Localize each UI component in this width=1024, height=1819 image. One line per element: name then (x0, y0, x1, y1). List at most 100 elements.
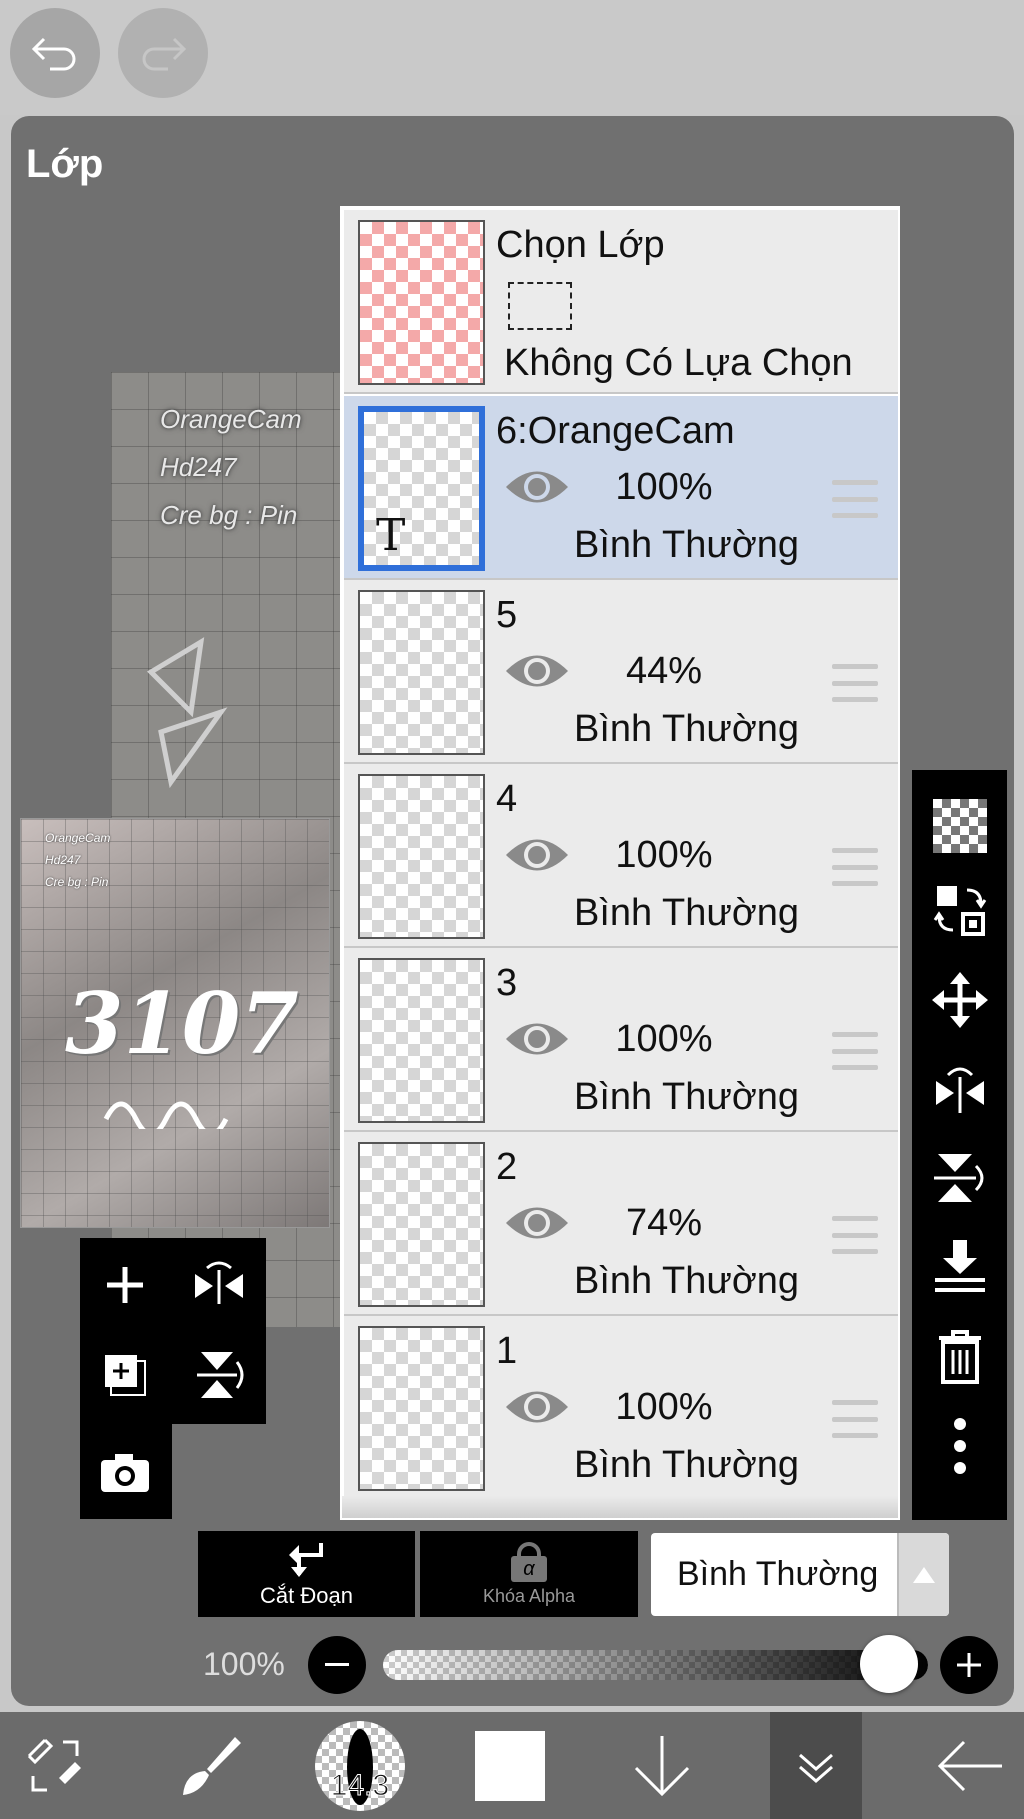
more-button[interactable] (912, 1406, 1007, 1486)
blend-mode-value: Bình Thường (677, 1555, 879, 1593)
watermark-line: OrangeCam (160, 404, 302, 434)
color-swatch (475, 1730, 545, 1801)
eye-icon[interactable] (504, 464, 570, 510)
brush-size-button[interactable]: 14.3 (305, 1712, 415, 1819)
layer-thumbnail (358, 1142, 485, 1307)
opacity-decrease-button[interactable] (308, 1636, 366, 1694)
opacity-slider[interactable] (383, 1650, 928, 1680)
duplicate-layer-button[interactable] (80, 1330, 170, 1420)
rotate-flip-icon (935, 1067, 984, 1113)
layer-opacity: 74% (625, 1202, 703, 1244)
color-button[interactable] (460, 1712, 560, 1819)
layer-row[interactable]: 3 100% Bình Thường (344, 948, 898, 1132)
eye-icon[interactable] (504, 648, 570, 694)
drag-handle-icon[interactable] (832, 664, 878, 702)
layer-row[interactable]: 2 74% Bình Thường (344, 1132, 898, 1316)
transform-icon (27, 1738, 81, 1791)
double-chevron-down-icon (799, 1753, 833, 1783)
text-layer-glyph: T (376, 510, 406, 561)
eye-icon[interactable] (504, 832, 570, 878)
clipping-arrow-icon (288, 1543, 323, 1577)
thumb-watermark-line: OrangeCam (45, 831, 111, 845)
blend-mode-select[interactable]: Bình Thường (651, 1533, 949, 1616)
move-down-button[interactable] (612, 1712, 712, 1819)
transparency-button[interactable] (912, 786, 1007, 866)
back-button[interactable] (920, 1712, 1020, 1819)
opacity-increase-button[interactable] (940, 1636, 998, 1694)
merge-down-icon (934, 1240, 985, 1292)
marquee-icon (508, 282, 572, 330)
clipping-label: Cắt Đoạn (260, 1583, 353, 1608)
vertical-flip-icon (933, 1154, 983, 1202)
merge-down-button[interactable] (912, 1226, 1007, 1306)
vertical-flip-button[interactable] (912, 1138, 1007, 1218)
plus-icon (957, 1653, 981, 1677)
trash-icon (938, 1330, 981, 1384)
add-layer-button[interactable] (80, 1240, 170, 1330)
layer-blend-mode: Bình Thường (574, 708, 800, 750)
drag-handle-icon[interactable] (832, 1400, 878, 1438)
clipping-button[interactable]: Cắt Đoạn (198, 1531, 415, 1617)
layer-thumbnail: T (358, 406, 485, 571)
transparency-icon (932, 799, 987, 853)
thumb-big-text: 3107 (65, 974, 299, 1073)
delete-layer-button[interactable] (912, 1316, 1007, 1396)
layer-thumbnail (358, 958, 485, 1123)
sparkle-decoration (146, 637, 228, 789)
canvas-thumbnail[interactable]: OrangeCam Hd247 Cre bg : Pin 3107 (20, 818, 330, 1228)
layer-thumbnail (358, 774, 485, 939)
selection-status: Không Có Lựa Chọn (504, 342, 853, 384)
arrow-left-icon (937, 1740, 1002, 1791)
opacity-slider-thumb[interactable] (860, 1635, 918, 1693)
flip-vertical-button[interactable] (174, 1330, 264, 1420)
drag-handle-icon[interactable] (832, 480, 878, 518)
move-button[interactable] (912, 960, 1007, 1040)
flip-horizontal-button[interactable] (174, 1240, 264, 1330)
layer-opacity: 44% (625, 650, 703, 692)
brush-icon (183, 1736, 241, 1795)
layer-row[interactable]: T 6:OrangeCam 100% Bình Thường (344, 396, 898, 580)
layer-list: Chọn Lớp Không Có Lựa Chọn T 6:OrangeCam 1… (340, 206, 900, 1520)
selection-layer-title: Chọn Lớp (496, 224, 665, 266)
selection-layer-thumbnail (358, 220, 485, 385)
swap-icon (933, 886, 986, 936)
eye-icon[interactable] (504, 1200, 570, 1246)
layer-thumbnail (358, 1326, 485, 1491)
layer-name: 4 (496, 778, 518, 820)
layer-row[interactable]: 1 100% Bình Thường (344, 1316, 898, 1500)
camera-icon (101, 1454, 149, 1492)
alpha-lock-label: Khóa Alpha (482, 1585, 576, 1606)
brush-tool-button[interactable] (160, 1712, 260, 1819)
undo-button[interactable] (10, 8, 100, 98)
layer-opacity: 100% (615, 466, 713, 508)
opacity-label: 100% (203, 1646, 285, 1682)
layer-opacity: 100% (615, 1386, 713, 1428)
blend-mode-arrow[interactable] (897, 1533, 949, 1616)
right-toolbar (912, 770, 1007, 1520)
eye-icon[interactable] (504, 1016, 570, 1062)
drag-handle-icon[interactable] (832, 1216, 878, 1254)
layer-opacity: 100% (615, 834, 713, 876)
rotate-flip-button[interactable] (912, 1050, 1007, 1130)
redo-button[interactable] (118, 8, 208, 98)
layers-button[interactable] (770, 1712, 862, 1819)
camera-button[interactable] (80, 1428, 170, 1518)
redo-icon (142, 37, 187, 71)
eye-icon[interactable] (504, 1384, 570, 1430)
selection-layer-row[interactable]: Chọn Lớp Không Có Lựa Chọn (344, 210, 898, 394)
drag-handle-icon[interactable] (832, 848, 878, 886)
flip-vertical-icon (197, 1352, 244, 1398)
layer-blend-mode: Bình Thường (574, 1444, 800, 1486)
layer-blend-mode: Bình Thường (574, 892, 800, 934)
layer-opacity: 100% (615, 1018, 713, 1060)
duplicate-layer-icon (105, 1355, 146, 1396)
alpha-lock-button[interactable]: α Khóa Alpha (420, 1531, 638, 1617)
layer-name: 3 (496, 962, 518, 1004)
more-icon (953, 1418, 966, 1474)
drag-handle-icon[interactable] (832, 1032, 878, 1070)
lock-icon: α (509, 1541, 549, 1582)
layer-row[interactable]: 5 44% Bình Thường (344, 580, 898, 764)
transform-tool-button[interactable] (0, 1712, 110, 1819)
layer-row[interactable]: 4 100% Bình Thường (344, 764, 898, 948)
swap-button[interactable] (912, 870, 1007, 950)
